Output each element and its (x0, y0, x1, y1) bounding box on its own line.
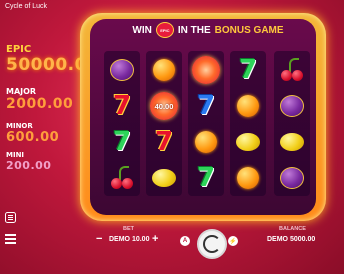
seven-symbol: 7 (107, 127, 137, 157)
jackpot-minor-value: 600.00 (6, 130, 60, 145)
coin-icon: 40.00 (150, 92, 178, 120)
coin-symbol (191, 55, 221, 85)
plum-symbol (107, 55, 137, 85)
coin-icon (192, 56, 220, 84)
lemon-icon (280, 133, 304, 151)
lemon-symbol (233, 127, 263, 157)
lemon-symbol (149, 163, 179, 193)
spin-icon (203, 235, 221, 253)
orange-icon (195, 131, 217, 153)
plum-icon (110, 59, 134, 81)
seven-symbol: 7 (149, 127, 179, 157)
seven-blue-icon: 7 (196, 91, 216, 121)
reel-grid: 7 7 40.00 7 7 7 7 (104, 51, 310, 196)
bet-label: BET (123, 226, 134, 232)
orange-icon (237, 95, 259, 117)
seven-green-icon: 7 (196, 163, 216, 193)
lemon-icon (152, 169, 176, 187)
jackpot-major: MAJOR 2000.00 (6, 87, 73, 112)
jackpot-minor-label: MINOR (6, 122, 33, 130)
plum-icon (280, 167, 304, 189)
seven-symbol: 7 (107, 91, 137, 121)
balance-value: DEMO 5000.00 (267, 236, 316, 243)
bet-increase-button[interactable]: + (152, 233, 158, 245)
plum-icon (280, 95, 304, 117)
bet-value: DEMO 10.00 (109, 236, 150, 243)
seven-symbol: 7 (233, 55, 263, 85)
orange-symbol (149, 55, 179, 85)
seven-green-icon: 7 (112, 127, 132, 157)
turbo-icon[interactable]: ⚡ (228, 236, 238, 246)
banner-win-text: WIN (132, 24, 152, 36)
cherry-symbol (107, 163, 137, 193)
jackpot-major-value: 2000.00 (6, 96, 74, 112)
cherry-icon (109, 166, 135, 190)
lemon-symbol (277, 127, 307, 157)
bet-decrease-button[interactable]: − (96, 233, 102, 245)
coin-symbol: 40.00 (149, 91, 179, 121)
orange-symbol (233, 91, 263, 121)
banner-bonus-text: BONUS GAME (214, 24, 284, 36)
jackpot-mini: MINI 200.00 (6, 151, 51, 172)
jackpot-major-label: MAJOR (6, 87, 37, 96)
banner-mid-text: IN THE (177, 24, 211, 36)
cherry-icon (279, 58, 305, 82)
seven-red-icon: 7 (112, 91, 132, 121)
lemon-icon (236, 133, 260, 151)
game-screen: Cycle of Luck EPIC 50000.00 MAJOR 2000.0… (0, 0, 344, 274)
cherry-symbol (277, 55, 307, 85)
bonus-banner: WIN EPIC IN THE BONUS GAME (100, 19, 316, 41)
orange-icon (237, 167, 259, 189)
balance-label: BALANCE (279, 226, 306, 232)
plum-symbol (277, 163, 307, 193)
jackpot-mini-label: MINI (6, 151, 25, 159)
seven-symbol: 7 (191, 163, 221, 193)
spin-button[interactable] (197, 229, 227, 259)
seven-symbol: 7 (191, 91, 221, 121)
jackpot-minor: MINOR 600.00 (6, 122, 59, 145)
autoplay-icon[interactable]: A (180, 236, 190, 246)
game-title: Cycle of Luck (5, 3, 48, 10)
epic-badge-icon: EPIC (155, 22, 174, 38)
seven-red-icon: 7 (154, 127, 174, 157)
plum-symbol (277, 91, 307, 121)
control-bar: BET − DEMO 10.00 + A ⚡ BALANCE DEMO 5000… (0, 224, 344, 274)
jackpot-mini-value: 200.00 (6, 159, 52, 172)
seven-green-icon: 7 (238, 55, 258, 85)
orange-symbol (233, 163, 263, 193)
coin-value: 40.00 (154, 101, 174, 111)
orange-symbol (191, 127, 221, 157)
orange-icon (153, 59, 175, 81)
